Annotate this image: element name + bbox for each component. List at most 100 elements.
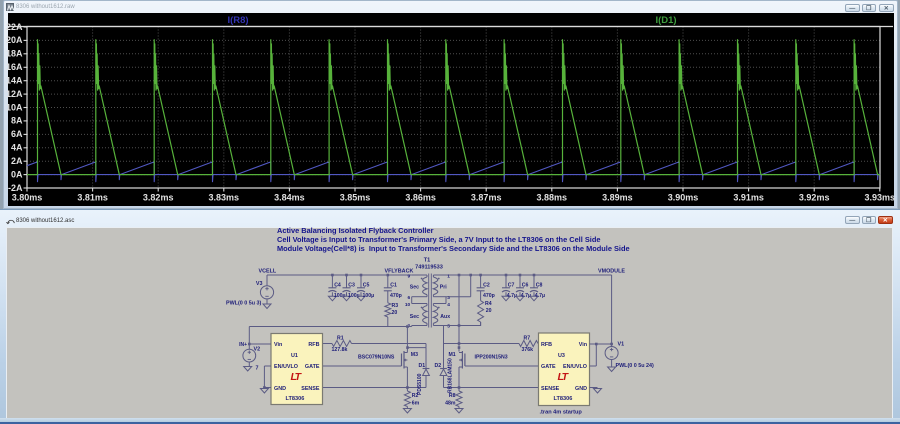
svg-text:BSC079N10NS: BSC079N10NS — [358, 355, 395, 361]
svg-text:C7: C7 — [508, 283, 515, 289]
svg-text:VCELL: VCELL — [259, 268, 277, 274]
svg-text:3.87ms: 3.87ms — [471, 193, 502, 203]
svg-text:PWL(0 0 5u 3): PWL(0 0 5u 3) — [226, 301, 262, 307]
svg-text:16A: 16A — [6, 62, 23, 72]
svg-text:3.82ms: 3.82ms — [143, 193, 174, 203]
svg-text:RFB: RFB — [308, 342, 319, 348]
svg-text:EN/UVLO: EN/UVLO — [274, 364, 298, 370]
svg-text:R3: R3 — [392, 303, 399, 309]
svg-text:C3: C3 — [348, 283, 355, 289]
svg-text:M3: M3 — [411, 352, 418, 358]
svg-text:5: 5 — [447, 324, 450, 330]
svg-text:8A: 8A — [11, 116, 23, 126]
svg-text:Active Balancing Isolated Flyb: Active Balancing Isolated Flyback Contro… — [277, 226, 434, 235]
svg-text:I(D1): I(D1) — [655, 15, 676, 26]
svg-text:20: 20 — [392, 310, 398, 316]
svg-text:D1: D1 — [419, 363, 426, 369]
svg-text:3.86ms: 3.86ms — [405, 193, 436, 203]
svg-text:VMODULE: VMODULE — [598, 268, 625, 274]
svg-text:C1: C1 — [390, 283, 397, 289]
svg-text:18A: 18A — [6, 49, 23, 59]
svg-text:3.84ms: 3.84ms — [274, 193, 305, 203]
svg-text:PDS5100: PDS5100 — [417, 373, 423, 395]
svg-text:10A: 10A — [6, 102, 23, 112]
svg-text:Vin: Vin — [274, 342, 282, 348]
svg-text:RB168LAM150: RB168LAM150 — [448, 358, 454, 393]
svg-text:LT8306: LT8306 — [554, 396, 573, 402]
svg-text:C6: C6 — [522, 283, 529, 289]
svg-text:C2: C2 — [483, 283, 490, 289]
svg-text:IN+: IN+ — [239, 342, 247, 348]
svg-text:20A: 20A — [6, 35, 23, 45]
svg-text:U1: U1 — [291, 353, 298, 359]
svg-text:6A: 6A — [11, 129, 23, 139]
svg-text:48m: 48m — [445, 401, 456, 407]
svg-text:100µ: 100µ — [363, 293, 375, 299]
svg-text:3.81ms: 3.81ms — [77, 193, 108, 203]
svg-text:C8: C8 — [536, 283, 543, 289]
svg-text:9: 9 — [408, 273, 411, 279]
svg-text:Sec: Sec — [410, 284, 419, 290]
svg-text:14A: 14A — [6, 76, 23, 86]
svg-text:C5: C5 — [363, 283, 370, 289]
svg-text:3: 3 — [447, 295, 450, 301]
svg-text:7: 7 — [256, 365, 259, 371]
svg-text:-2A: -2A — [8, 183, 23, 193]
svg-text:LT8306: LT8306 — [286, 396, 305, 402]
svg-text:4: 4 — [447, 302, 450, 308]
svg-text:D2: D2 — [435, 363, 442, 369]
svg-text:RFB: RFB — [541, 342, 552, 348]
svg-text:22A: 22A — [6, 22, 23, 32]
svg-text:Cell Voltage is Input to Trans: Cell Voltage is Input to Transformer's P… — [277, 235, 600, 244]
svg-text:R1: R1 — [337, 335, 344, 341]
svg-text:20: 20 — [486, 308, 492, 314]
svg-text:Module Voltage(Cell*8) is Inp: Module Voltage(Cell*8) is Input to Trans… — [277, 244, 630, 253]
svg-text:470p: 470p — [483, 293, 495, 299]
svg-text:T1: T1 — [424, 258, 431, 264]
svg-text:Sec: Sec — [410, 314, 419, 320]
svg-text:R8: R8 — [449, 393, 456, 399]
svg-text:PWL(0 0 5u 24): PWL(0 0 5u 24) — [616, 363, 655, 369]
svg-text:0A: 0A — [11, 169, 23, 179]
svg-text:IPP200N15N3: IPP200N15N3 — [475, 355, 508, 361]
svg-text:4A: 4A — [11, 143, 23, 153]
svg-text:2A: 2A — [11, 156, 23, 166]
svg-text:GND: GND — [274, 386, 286, 392]
svg-text:GATE: GATE — [305, 364, 320, 370]
svg-text:.tran 4m startup: .tran 4m startup — [540, 409, 583, 415]
svg-text:376k: 376k — [522, 347, 534, 353]
svg-text:SENSE: SENSE — [301, 386, 320, 392]
svg-text:GND: GND — [575, 386, 587, 392]
svg-text:12A: 12A — [6, 89, 23, 99]
svg-text:1: 1 — [447, 273, 450, 279]
svg-text:10: 10 — [405, 302, 411, 308]
svg-text:U3: U3 — [558, 353, 565, 359]
svg-text:GATE: GATE — [541, 364, 556, 370]
svg-text:6: 6 — [408, 295, 411, 301]
svg-text:R7: R7 — [524, 335, 531, 341]
svg-text:749119533: 749119533 — [415, 264, 443, 270]
svg-text:3.93ms: 3.93ms — [865, 193, 896, 203]
svg-text:EN/UVLO: EN/UVLO — [563, 364, 587, 370]
svg-text:C4: C4 — [334, 283, 341, 289]
svg-text:Aux: Aux — [440, 314, 450, 320]
svg-text:3.90ms: 3.90ms — [668, 193, 699, 203]
svg-text:3.89ms: 3.89ms — [602, 193, 633, 203]
svg-text:Vin: Vin — [579, 342, 587, 348]
svg-text:3.92ms: 3.92ms — [799, 193, 830, 203]
svg-text:3.83ms: 3.83ms — [209, 193, 240, 203]
svg-text:V3: V3 — [256, 281, 263, 287]
svg-text:I(R8): I(R8) — [227, 15, 248, 26]
svg-text:M1: M1 — [448, 352, 455, 358]
svg-text:R2: R2 — [412, 393, 419, 399]
svg-text:3.88ms: 3.88ms — [537, 193, 568, 203]
svg-text:470p: 470p — [390, 293, 402, 299]
svg-text:127.8k: 127.8k — [332, 347, 348, 353]
svg-text:V1: V1 — [618, 341, 625, 347]
svg-text:3.91ms: 3.91ms — [733, 193, 764, 203]
svg-text:3.85ms: 3.85ms — [340, 193, 371, 203]
svg-text:4.7µ: 4.7µ — [535, 293, 545, 299]
svg-text:V2: V2 — [254, 347, 261, 353]
svg-text:R4: R4 — [485, 301, 492, 307]
svg-text:6m: 6m — [412, 401, 420, 407]
